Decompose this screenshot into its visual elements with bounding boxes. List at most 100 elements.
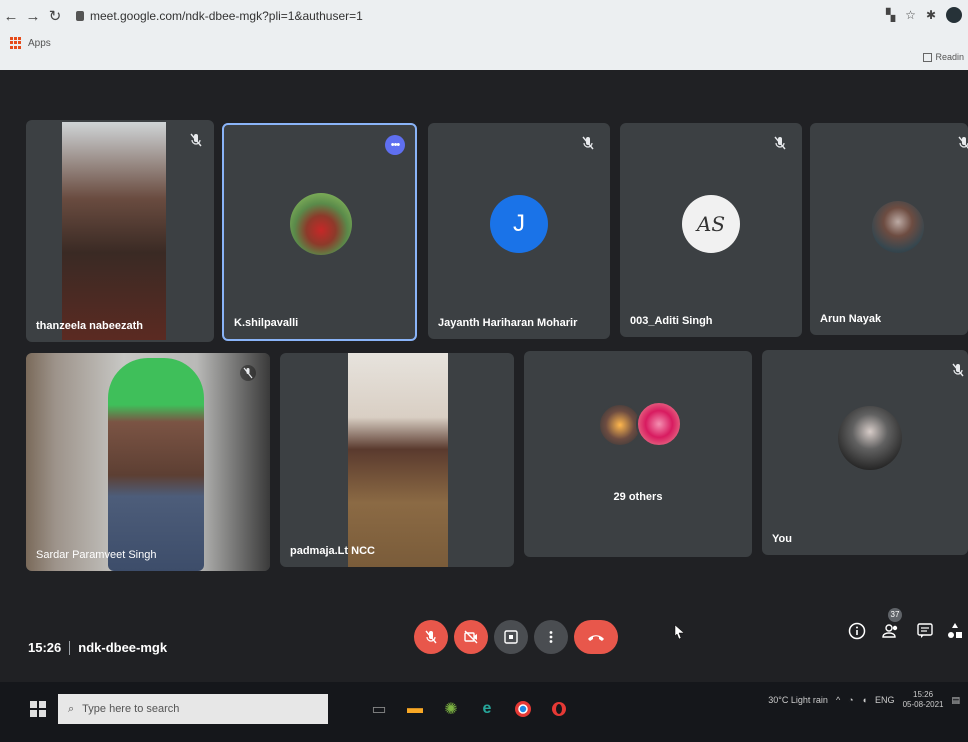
present-screen-icon — [504, 630, 518, 644]
reading-list-button[interactable]: Readin — [923, 52, 964, 62]
language-indicator[interactable]: ENG — [875, 695, 895, 705]
reload-icon[interactable]: ↻ — [44, 7, 66, 25]
tray-expand-icon[interactable]: ^ — [836, 695, 840, 705]
browser-chrome: ← → ↻ meet.google.com/ndk-dbee-mgk?pli=1… — [0, 0, 968, 70]
divider — [69, 640, 71, 655]
camera-off-icon — [464, 630, 478, 644]
url-bar[interactable]: meet.google.com/ndk-dbee-mgk?pli=1&authu… — [76, 9, 363, 23]
network-icon[interactable]: ◔ — [848, 695, 853, 705]
url-text: meet.google.com/ndk-dbee-mgk?pli=1&authu… — [90, 9, 363, 23]
participant-name: Sardar Paramveet Singh — [36, 549, 157, 561]
task-view-icon[interactable]: ▭ — [368, 698, 390, 720]
mic-toggle-button[interactable] — [414, 620, 448, 654]
weather-widget[interactable]: 30°C Light rain — [768, 695, 828, 705]
mic-off-icon — [774, 136, 786, 150]
people-button[interactable]: 37 — [880, 608, 902, 642]
others-count-label: 29 others — [613, 491, 663, 503]
participant-tile[interactable]: You — [762, 350, 968, 555]
participant-avatar — [290, 193, 352, 255]
photos-app-icon[interactable]: ✺ — [440, 698, 462, 720]
participant-avatar: AS — [682, 195, 740, 253]
back-icon[interactable]: ← — [0, 8, 22, 25]
participant-name: You — [772, 533, 792, 545]
participant-name: Jayanth Hariharan Moharir — [438, 317, 578, 329]
mic-off-icon — [958, 136, 968, 149]
participant-figure — [108, 358, 204, 571]
volume-icon[interactable]: ◖ — [862, 695, 867, 705]
extensions-puzzle-icon[interactable]: ✱ — [926, 8, 936, 22]
others-avatar-2 — [636, 401, 682, 447]
meeting-time: 15:26 — [28, 640, 62, 655]
bookmarks-bar: Apps — [0, 32, 968, 54]
participant-avatar — [872, 201, 924, 253]
edge-browser-icon[interactable]: e — [476, 698, 498, 720]
taskbar-clock[interactable]: 15:26 05-08-2021 — [903, 690, 944, 710]
windows-start-icon[interactable] — [30, 701, 46, 717]
mic-off-icon — [425, 630, 437, 644]
opera-browser-icon[interactable] — [548, 698, 570, 720]
mic-off-icon — [190, 133, 202, 147]
people-icon — [882, 624, 898, 638]
reading-list-icon — [923, 52, 933, 62]
more-options-button[interactable]: ••• — [385, 135, 405, 155]
clock-time: 15:26 — [913, 690, 934, 699]
participant-name: Arun Nayak — [820, 313, 882, 325]
lock-icon — [76, 11, 84, 21]
participant-name: thanzeela nabeezath — [36, 320, 143, 332]
participant-tile[interactable]: padmaja.Lt NCC — [280, 353, 514, 567]
chat-icon — [917, 623, 933, 638]
address-bar-row: ← → ↻ meet.google.com/ndk-dbee-mgk?pli=1… — [0, 0, 968, 32]
meeting-code: ndk-dbee-mgk — [78, 640, 168, 655]
meeting-details-button[interactable] — [846, 620, 868, 642]
others-tile[interactable]: 29 others — [524, 351, 752, 557]
participant-tile[interactable]: Sardar Paramveet Singh — [26, 353, 270, 571]
activities-button[interactable] — [944, 620, 966, 642]
reading-list-label: Readin — [935, 52, 964, 62]
participant-tile[interactable]: thanzeela nabeezath — [26, 120, 214, 342]
participant-video — [348, 353, 448, 567]
chat-button[interactable] — [914, 620, 936, 642]
avatar-letter: J — [513, 210, 525, 237]
mouse-cursor-icon — [674, 624, 685, 640]
participant-tile[interactable]: AS 003_Aditi Singh — [620, 123, 802, 337]
mic-off-icon — [240, 365, 256, 381]
participant-tile[interactable]: J Jayanth Hariharan Moharir — [428, 123, 610, 339]
forward-icon[interactable]: → — [22, 8, 44, 25]
info-icon — [848, 622, 866, 640]
apps-bookmark[interactable]: Apps — [28, 38, 51, 49]
participant-name: padmaja.Lt NCC — [290, 545, 375, 557]
file-explorer-icon[interactable]: ▬ — [404, 698, 426, 720]
translate-icon[interactable]: ▚ — [886, 8, 895, 22]
activities-icon — [948, 623, 962, 638]
meet-stage: thanzeela nabeezath ••• K.shilpavalli J … — [0, 70, 968, 682]
participant-avatar — [838, 406, 902, 470]
participant-tile[interactable]: ••• K.shilpavalli — [222, 123, 417, 341]
mic-off-icon — [582, 136, 594, 150]
present-now-button[interactable] — [494, 620, 528, 654]
participant-avatar: J — [490, 195, 548, 253]
chrome-browser-icon[interactable] — [512, 698, 534, 720]
participant-name: 003_Aditi Singh — [630, 315, 713, 327]
notifications-icon[interactable]: ▤ — [951, 695, 960, 706]
profile-avatar[interactable] — [946, 7, 962, 23]
participant-name: K.shilpavalli — [234, 317, 299, 329]
search-placeholder: Type here to search — [82, 703, 180, 715]
camera-toggle-button[interactable] — [454, 620, 488, 654]
taskbar-search-box[interactable]: ⌕ Type here to search — [58, 694, 328, 724]
extension-icons: ▚ ☆ ✱ — [886, 7, 962, 23]
people-count-badge: 37 — [888, 608, 902, 622]
participant-video — [62, 122, 166, 340]
more-options-button[interactable] — [534, 620, 568, 654]
hang-up-icon — [588, 635, 604, 641]
system-tray: 30°C Light rain ^ ◔ ◖ ENG 15:26 05-08-20… — [768, 690, 960, 710]
apps-grid-icon[interactable] — [10, 37, 22, 49]
bookmark-star-icon[interactable]: ☆ — [905, 8, 916, 22]
avatar-letter: AS — [696, 212, 726, 236]
participant-tile[interactable]: Arun Nayak — [810, 123, 968, 335]
mic-off-icon — [952, 363, 964, 377]
search-icon: ⌕ — [68, 702, 75, 715]
windows-taskbar: ⌕ Type here to search ▭ ▬ ✺ e 30°C Light… — [0, 682, 968, 742]
clock-date: 05-08-2021 — [902, 700, 944, 709]
more-vert-icon — [549, 631, 553, 643]
leave-call-button[interactable] — [574, 620, 618, 654]
